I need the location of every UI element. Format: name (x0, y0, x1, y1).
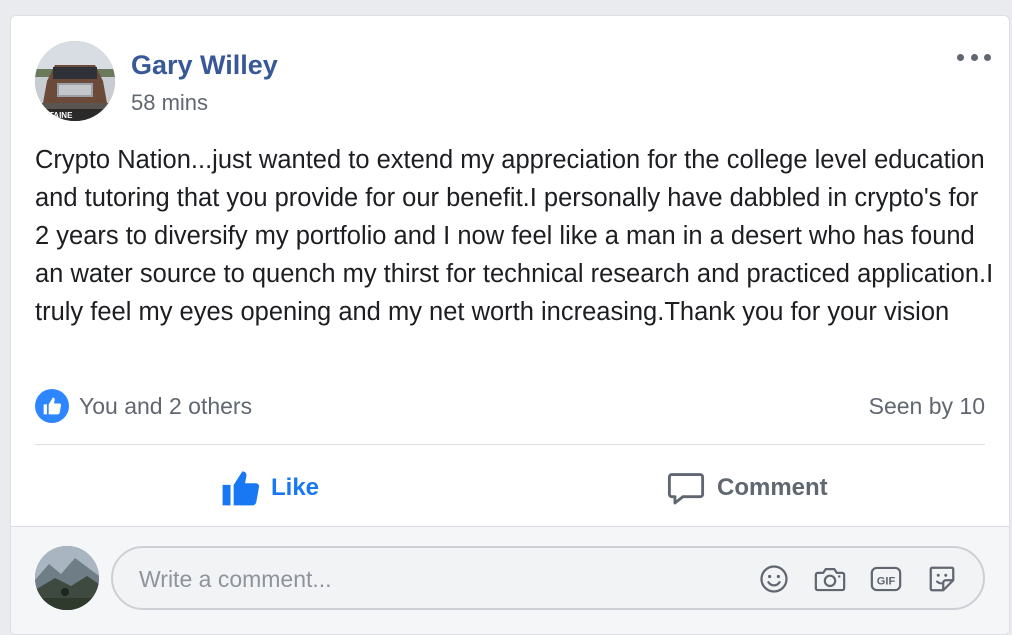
more-dot (970, 53, 978, 61)
comment-button[interactable]: Comment (667, 466, 828, 510)
comment-icon (667, 473, 705, 505)
avatar-caption: ONTAINE (37, 111, 73, 120)
comment-box: GIF (111, 546, 985, 610)
camera-icon[interactable] (813, 562, 847, 596)
reactions-summary[interactable]: You and 2 others (35, 388, 252, 424)
divider (35, 444, 985, 445)
like-label: Like (271, 474, 320, 501)
more-options-icon[interactable] (957, 50, 991, 64)
like-icon (222, 471, 259, 506)
likes-count-text: You and 2 others (79, 392, 253, 419)
like-thumb-icon (35, 389, 69, 423)
post-timestamp[interactable]: 58 mins (131, 90, 208, 116)
gif-icon[interactable]: GIF (869, 562, 903, 596)
sticker-icon[interactable] (925, 562, 959, 596)
author-avatar[interactable]: ONTAINE (35, 41, 115, 121)
comment-input[interactable] (137, 548, 741, 610)
more-dot (957, 53, 964, 61)
post-card: ONTAINE Gary Willey 58 mins Crypto Natio… (10, 15, 1010, 635)
more-dot (984, 53, 991, 61)
current-user-avatar[interactable] (35, 546, 99, 610)
like-button[interactable]: Like (221, 466, 319, 510)
comment-label: Comment (717, 474, 828, 501)
post-body: Crypto Nation...just wanted to extend my… (35, 146, 994, 326)
seen-by-text[interactable]: Seen by 10 (869, 393, 985, 420)
svg-text:GIF: GIF (877, 576, 896, 588)
author-name[interactable]: Gary Willey (131, 50, 278, 81)
emoji-icon[interactable] (757, 562, 791, 596)
